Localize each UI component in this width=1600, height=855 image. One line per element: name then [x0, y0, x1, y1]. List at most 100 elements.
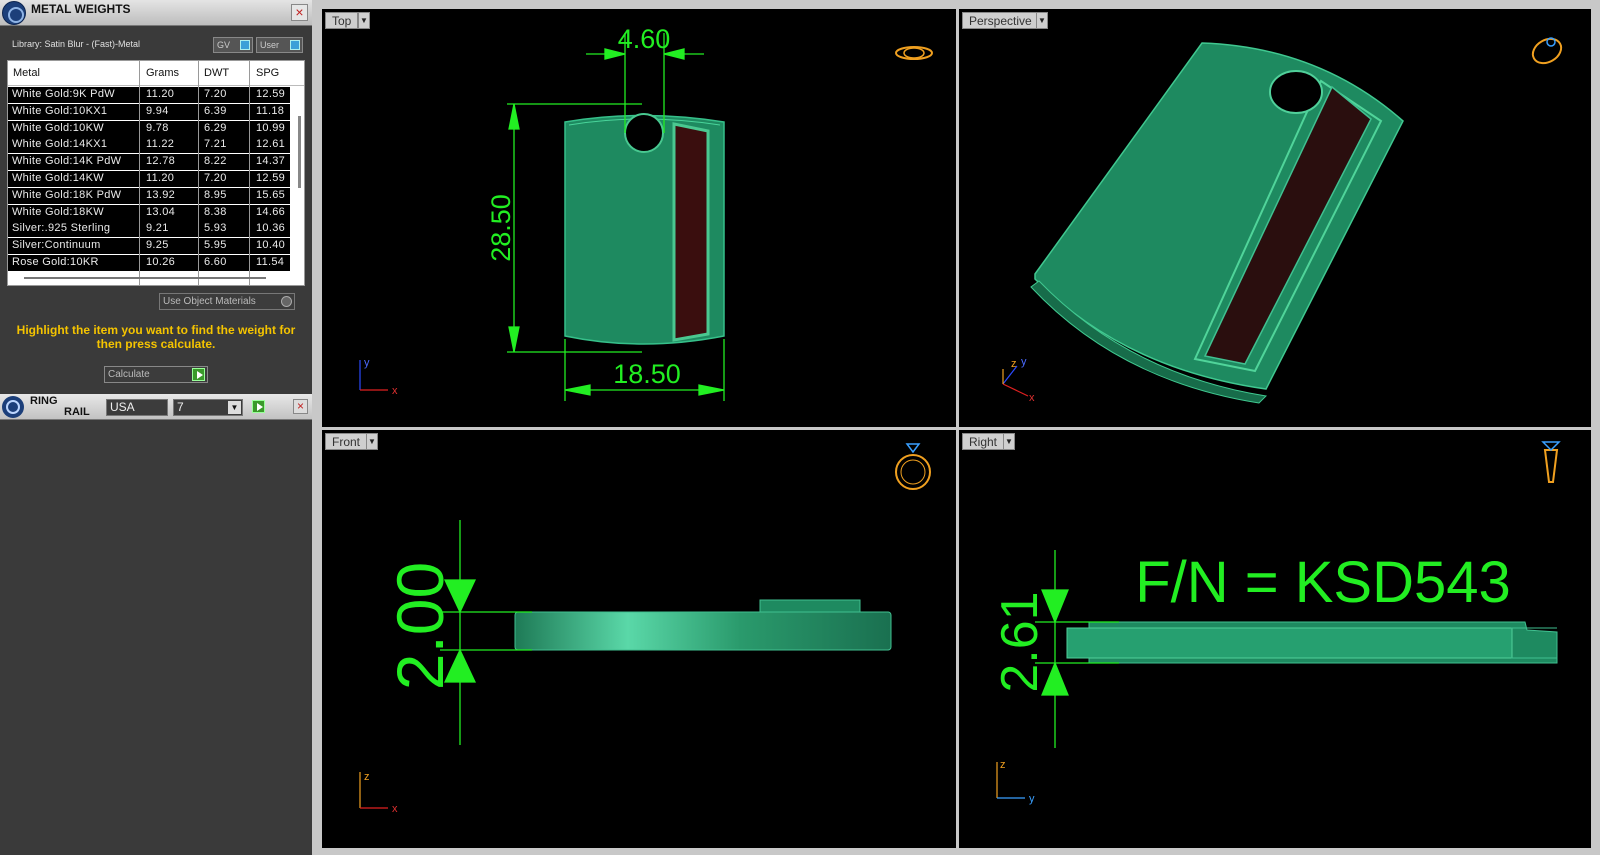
viewport-top-label[interactable]: Top — [325, 12, 359, 29]
use-object-materials-button[interactable]: Use Object Materials — [159, 293, 295, 310]
pendant-hole — [1269, 70, 1323, 114]
axis-y-label: y — [1021, 356, 1027, 368]
table-cell: 9.78 — [146, 121, 169, 134]
table-cell: 8.95 — [204, 188, 227, 201]
table-cell: White Gold:10KW — [12, 121, 104, 134]
axis-z-label: z — [364, 771, 370, 783]
viewport-front[interactable]: 2.00 z x Front ▼ — [322, 430, 956, 848]
table-cell: 6.39 — [204, 104, 227, 117]
column-header-metal[interactable]: Metal — [13, 67, 40, 79]
table-row[interactable]: White Gold:10KW 9.78 6.29 10.99 — [8, 120, 290, 137]
axis-z-label: z — [1000, 759, 1006, 771]
viewport-perspective[interactable]: z y x Perspective ▼ — [959, 9, 1591, 427]
calculate-button[interactable]: Calculate — [104, 366, 208, 383]
table-cell: White Gold:18K PdW — [12, 188, 122, 201]
pendant-inlay — [759, 599, 861, 614]
metal-weights-titlebar: METAL WEIGHTS × — [0, 0, 312, 26]
table-row[interactable]: White Gold:18KW 13.04 8.38 14.66 — [8, 204, 290, 221]
table-cell: White Gold:9K PdW — [12, 88, 115, 100]
table-row[interactable]: Silver:Continuum 9.25 5.95 10.40 — [8, 238, 290, 255]
axis-y-label: y — [1029, 793, 1035, 805]
table-cell: Silver:.925 Sterling — [12, 222, 111, 235]
ring-size-standard-field[interactable]: USA — [106, 399, 168, 416]
axis-z-label: z — [1011, 358, 1017, 370]
metal-table: Metal Grams DWT SPG White Gold:9K PdW 11.… — [7, 60, 305, 286]
horizontal-scrollbar[interactable] — [24, 277, 266, 279]
close-icon[interactable]: × — [291, 4, 308, 21]
axis-x-label: x — [1029, 392, 1035, 404]
table-row[interactable]: Silver:.925 Sterling 9.21 5.93 10.36 — [8, 221, 290, 238]
table-cell: 7.20 — [204, 88, 227, 100]
table-cell: 14.66 — [256, 205, 286, 218]
hint-text: Highlight the item you want to find the … — [16, 323, 296, 351]
ring-rail-title-line1: RING — [30, 395, 58, 407]
table-row[interactable]: White Gold:14K PdW 12.78 8.22 14.37 — [8, 154, 290, 171]
dimension-height: 28.50 — [486, 194, 516, 262]
table-cell: 10.36 — [256, 222, 286, 235]
table-cell: 10.26 — [146, 256, 176, 268]
toggle-icon — [290, 40, 300, 50]
table-cell: White Gold:14K PdW — [12, 155, 122, 168]
table-row[interactable]: White Gold:18K PdW 13.92 8.95 15.65 — [8, 187, 290, 204]
table-cell: 15.65 — [256, 188, 286, 201]
front-view-canvas: 2.00 z x — [359, 443, 931, 815]
table-cell: 13.92 — [146, 188, 176, 201]
viewport-right-label[interactable]: Right — [962, 433, 1005, 450]
pendant-hole — [624, 113, 664, 153]
close-icon[interactable]: × — [293, 399, 308, 414]
table-row[interactable]: Rose Gold:10KR 10.26 6.60 11.54 — [8, 255, 290, 271]
toggle-icon — [240, 40, 250, 50]
ring-orientation-icon[interactable] — [1541, 441, 1561, 483]
table-cell: 11.54 — [256, 256, 285, 268]
table-cell: 6.60 — [204, 256, 227, 268]
column-header-spg[interactable]: SPG — [256, 67, 279, 79]
table-cell: 7.20 — [204, 172, 227, 184]
chevron-down-icon[interactable]: ▼ — [1003, 433, 1015, 450]
ring-rail-go-button[interactable] — [252, 400, 265, 413]
library-label: Library: Satin Blur - (Fast)-Metal — [12, 39, 141, 49]
viewport-perspective-label[interactable]: Perspective — [962, 12, 1039, 29]
table-cell: 12.78 — [146, 155, 176, 168]
column-divider — [198, 61, 199, 285]
ring-orientation-icon[interactable] — [895, 46, 933, 60]
table-row[interactable]: White Gold:9K PdW 11.20 7.20 12.59 — [8, 87, 290, 103]
table-cell: White Gold:14KW — [12, 172, 104, 184]
chevron-down-icon[interactable]: ▼ — [228, 401, 241, 414]
table-cell: 11.20 — [146, 88, 175, 100]
column-header-dwt[interactable]: DWT — [204, 67, 229, 79]
perspective-view-canvas: z y x — [1002, 34, 1566, 404]
ring-orientation-icon[interactable] — [1529, 34, 1566, 68]
table-row[interactable]: White Gold:14KX1 11.22 7.21 12.61 — [8, 137, 290, 154]
viewport-top[interactable]: 4.60 28.50 18.50 y x Top ▼ — [322, 9, 956, 427]
ring-size-value: 7 — [177, 400, 184, 414]
gv-label: GV — [217, 40, 231, 50]
ring-size-select[interactable]: 7 ▼ — [173, 399, 243, 416]
viewport-front-label[interactable]: Front — [325, 433, 368, 450]
table-cell: 10.40 — [256, 239, 286, 252]
play-icon — [192, 368, 205, 381]
viewport-right[interactable]: 2.61 F/N = KSD543 z y Right ▼ — [959, 430, 1591, 848]
dimension-thickness: 2.61 — [991, 591, 1049, 692]
ring-orientation-icon[interactable] — [895, 443, 931, 490]
ring-rail-logo-icon — [2, 396, 24, 418]
user-toggle[interactable]: User — [256, 37, 303, 53]
settings-icon — [281, 296, 292, 307]
chevron-down-icon[interactable]: ▼ — [366, 433, 378, 450]
metal-weights-logo-icon — [2, 1, 26, 25]
table-cell: 7.21 — [204, 138, 227, 151]
column-header-grams[interactable]: Grams — [146, 67, 179, 79]
chevron-down-icon[interactable]: ▼ — [358, 12, 370, 29]
gv-toggle[interactable]: GV — [213, 37, 253, 53]
axis-x-label: x — [392, 385, 398, 397]
table-row[interactable]: White Gold:10KX1 9.94 6.39 11.18 — [8, 103, 290, 120]
table-cell: Rose Gold:10KR — [12, 256, 99, 268]
table-cell: White Gold:10KX1 — [12, 104, 108, 117]
table-cell: 12.59 — [256, 88, 286, 100]
metal-weights-title: METAL WEIGHTS — [31, 2, 131, 16]
chevron-down-icon[interactable]: ▼ — [1036, 12, 1048, 29]
table-row[interactable]: White Gold:14KW 11.20 7.20 12.59 — [8, 171, 290, 187]
vertical-scrollbar[interactable] — [298, 116, 301, 188]
axis-x-label: x — [392, 803, 398, 815]
axis-y-label: y — [364, 357, 370, 369]
table-cell: White Gold:18KW — [12, 205, 104, 218]
